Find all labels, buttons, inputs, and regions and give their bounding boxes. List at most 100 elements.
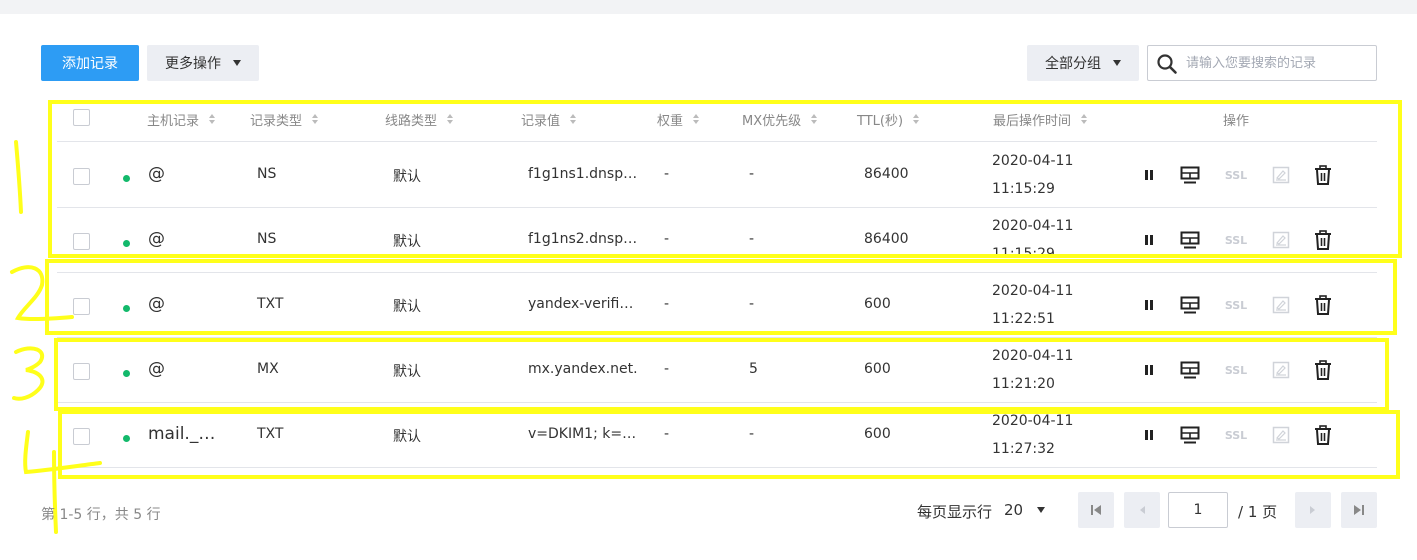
column-header-mx[interactable]: MX优先级 — [742, 110, 819, 129]
time-date: 2020-04-11 — [992, 348, 1074, 364]
time-date: 2020-04-11 — [992, 283, 1074, 299]
mx-cell: - — [749, 166, 755, 182]
pause-icon[interactable] — [1138, 294, 1160, 316]
pause-icon[interactable] — [1138, 229, 1160, 251]
note-icon[interactable] — [1270, 359, 1292, 381]
mx-cell: 5 — [749, 361, 758, 377]
trash-icon[interactable] — [1312, 294, 1334, 316]
last-page-button[interactable] — [1341, 492, 1377, 528]
monitor-icon[interactable] — [1179, 229, 1201, 251]
group-filter-dropdown[interactable]: 全部分组 — [1027, 45, 1139, 81]
trash-icon[interactable] — [1312, 359, 1334, 381]
page-total: / 1 页 — [1238, 503, 1278, 521]
ttl-cell: 600 — [864, 296, 891, 312]
host-cell: mail._… — [148, 424, 216, 444]
trash-icon[interactable] — [1312, 164, 1334, 186]
page-number-input[interactable] — [1168, 492, 1228, 528]
per-page-value: 20 — [1004, 501, 1024, 519]
prev-page-button[interactable] — [1124, 492, 1160, 528]
line-cell: 默认 — [393, 429, 421, 445]
select-all-checkbox[interactable] — [73, 109, 90, 126]
value-cell: f1g1ns2.dnsp… — [528, 231, 638, 247]
search-input[interactable] — [1184, 47, 1370, 79]
column-header-label: 记录类型 — [250, 114, 303, 129]
first-page-button[interactable] — [1078, 492, 1114, 528]
ssl-icon[interactable]: SSL — [1222, 359, 1250, 381]
note-icon[interactable] — [1270, 294, 1292, 316]
row-checkbox[interactable] — [73, 363, 90, 380]
column-header-label: 记录值 — [521, 114, 561, 129]
chevron-down-icon — [233, 60, 241, 66]
pause-icon[interactable] — [1138, 359, 1160, 381]
ssl-icon[interactable]: SSL — [1222, 424, 1250, 446]
type-cell: TXT — [257, 296, 284, 312]
column-header-value[interactable]: 记录值 — [521, 110, 578, 129]
next-page-button[interactable] — [1295, 492, 1331, 528]
column-header-label: MX优先级 — [742, 114, 802, 129]
sort-icon — [811, 113, 819, 126]
more-actions-button[interactable]: 更多操作 — [147, 45, 259, 81]
time-clock: 11:27:32 — [992, 441, 1055, 457]
trash-icon[interactable] — [1312, 229, 1334, 251]
line-cell: 默认 — [393, 169, 421, 185]
sort-icon — [209, 113, 217, 126]
mx-cell: - — [749, 231, 755, 247]
ttl-cell: 86400 — [864, 231, 909, 247]
column-header-time[interactable]: 最后操作时间 — [993, 110, 1089, 129]
time-clock: 11:21:20 — [992, 376, 1055, 392]
type-cell: TXT — [257, 426, 284, 442]
pause-icon[interactable] — [1138, 164, 1160, 186]
note-icon[interactable] — [1270, 424, 1292, 446]
pause-icon[interactable] — [1138, 424, 1160, 446]
monitor-icon[interactable] — [1179, 359, 1201, 381]
column-header-weight[interactable]: 权重 — [657, 110, 701, 129]
column-header-label: 主机记录 — [147, 114, 200, 129]
line-cell: 默认 — [393, 234, 421, 250]
time-cell: 2020-04-11 11:21:20 — [992, 342, 1073, 398]
status-dot — [123, 370, 130, 377]
ssl-icon[interactable]: SSL — [1222, 294, 1250, 316]
type-cell: NS — [257, 231, 277, 247]
row-checkbox[interactable] — [73, 298, 90, 315]
per-page-label: 每页显示行 — [917, 503, 993, 521]
last-page-icon — [1354, 505, 1364, 515]
monitor-icon[interactable] — [1179, 424, 1201, 446]
status-dot — [123, 240, 130, 247]
note-icon[interactable] — [1270, 229, 1292, 251]
sort-icon — [570, 113, 578, 126]
row-checkbox[interactable] — [73, 168, 90, 185]
value-cell: yandex-verifi… — [528, 296, 634, 312]
add-record-button[interactable]: 添加记录 — [41, 45, 139, 81]
time-cell: 2020-04-11 11:15:29 — [992, 147, 1073, 203]
note-icon[interactable] — [1270, 164, 1292, 186]
time-clock: 11:15:29 — [992, 181, 1055, 197]
column-header-host[interactable]: 主机记录 — [147, 110, 217, 129]
next-page-icon — [1310, 506, 1315, 514]
ttl-cell: 600 — [864, 426, 891, 442]
host-cell: @ — [148, 294, 165, 314]
more-actions-label: 更多操作 — [165, 56, 221, 72]
mx-cell: - — [749, 426, 755, 442]
column-header-type[interactable]: 记录类型 — [250, 110, 320, 129]
column-header-line[interactable]: 线路类型 — [385, 110, 455, 129]
line-cell: 默认 — [393, 364, 421, 380]
search-icon[interactable] — [1156, 53, 1178, 75]
row-checkbox[interactable] — [73, 428, 90, 445]
value-cell: f1g1ns1.dnsp… — [528, 166, 638, 182]
ssl-icon[interactable]: SSL — [1222, 164, 1250, 186]
status-dot — [123, 305, 130, 312]
row-checkbox[interactable] — [73, 233, 90, 250]
monitor-icon[interactable] — [1179, 164, 1201, 186]
per-page-select[interactable]: 20 — [1004, 501, 1046, 519]
ssl-icon[interactable]: SSL — [1222, 229, 1250, 251]
sort-icon — [312, 113, 320, 126]
trash-icon[interactable] — [1312, 424, 1334, 446]
time-date: 2020-04-11 — [992, 413, 1074, 429]
column-header-ttl[interactable]: TTL(秒) — [857, 110, 921, 129]
monitor-icon[interactable] — [1179, 294, 1201, 316]
chevron-down-icon — [1113, 60, 1121, 66]
table-row: @ NS 默认 f1g1ns2.dnsp… - - 86400 2020-04-… — [57, 208, 1377, 273]
value-cell: v=DKIM1; k=r… — [528, 426, 640, 442]
line-cell: 默认 — [393, 299, 421, 315]
type-cell: NS — [257, 166, 277, 182]
